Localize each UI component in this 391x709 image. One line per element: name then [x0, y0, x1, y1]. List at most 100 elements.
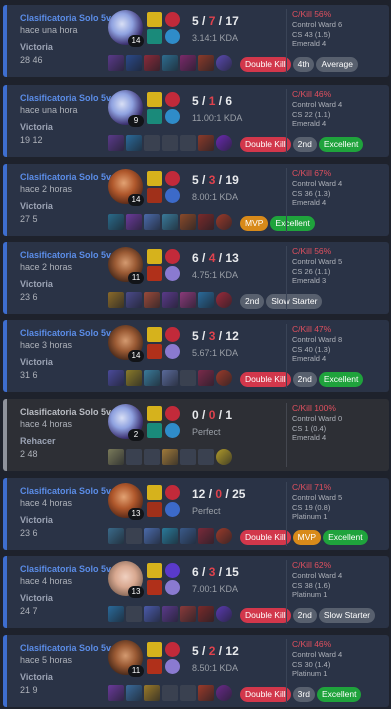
item-icon[interactable]: [198, 449, 214, 465]
item-icon[interactable]: [144, 449, 160, 465]
rune-icon[interactable]: [165, 109, 180, 124]
item-icon[interactable]: [144, 55, 160, 71]
item-icon[interactable]: [180, 135, 196, 151]
item-icon[interactable]: [162, 135, 178, 151]
rune-icon[interactable]: [165, 344, 180, 359]
summoner-spell-icon[interactable]: [147, 485, 162, 500]
item-icon[interactable]: [162, 214, 178, 230]
summoner-spell-icon[interactable]: [147, 659, 162, 674]
item-icon[interactable]: [108, 370, 124, 386]
summoner-spell-icon[interactable]: [147, 563, 162, 578]
item-icon[interactable]: [198, 370, 214, 386]
item-icon[interactable]: [126, 685, 142, 701]
item-icon[interactable]: [126, 528, 142, 544]
item-icon[interactable]: [108, 292, 124, 308]
item-icon[interactable]: [180, 606, 196, 622]
summoner-spell-icon[interactable]: [147, 642, 162, 657]
item-icon[interactable]: [198, 528, 214, 544]
rune-icon[interactable]: [165, 171, 180, 186]
match-card[interactable]: Clasificatoria Solo 5vs5 hace 2 horas Vict…: [3, 164, 389, 236]
summoner-spell-icon[interactable]: [147, 109, 162, 124]
rune-icon[interactable]: [165, 502, 180, 517]
rune-icon[interactable]: [165, 266, 180, 281]
item-icon[interactable]: [198, 685, 214, 701]
summoner-spell-icon[interactable]: [147, 502, 162, 517]
rune-icon[interactable]: [165, 249, 180, 264]
trinket-icon[interactable]: [216, 449, 232, 465]
item-icon[interactable]: [162, 55, 178, 71]
match-card[interactable]: Clasificatoria Solo 5vs5 hace 5 horas Vict…: [3, 635, 389, 707]
trinket-icon[interactable]: [216, 685, 232, 701]
rune-icon[interactable]: [165, 92, 180, 107]
item-icon[interactable]: [108, 449, 124, 465]
item-icon[interactable]: [180, 55, 196, 71]
summoner-spell-icon[interactable]: [147, 266, 162, 281]
match-card[interactable]: Clasificatoria Solo 5vs5 hace 3 horas Vict…: [3, 320, 389, 392]
summoner-spell-icon[interactable]: [147, 580, 162, 595]
match-card[interactable]: Clasificatoria Solo 5vs5 hace una hora Vic…: [3, 5, 389, 77]
item-icon[interactable]: [144, 135, 160, 151]
item-icon[interactable]: [126, 135, 142, 151]
item-icon[interactable]: [144, 685, 160, 701]
item-icon[interactable]: [108, 55, 124, 71]
item-icon[interactable]: [162, 528, 178, 544]
item-icon[interactable]: [126, 292, 142, 308]
trinket-icon[interactable]: [216, 55, 232, 71]
item-icon[interactable]: [144, 528, 160, 544]
summoner-spell-icon[interactable]: [147, 249, 162, 264]
item-icon[interactable]: [108, 606, 124, 622]
item-icon[interactable]: [126, 606, 142, 622]
item-icon[interactable]: [180, 292, 196, 308]
summoner-spell-icon[interactable]: [147, 406, 162, 421]
item-icon[interactable]: [144, 292, 160, 308]
item-icon[interactable]: [144, 370, 160, 386]
item-icon[interactable]: [108, 685, 124, 701]
rune-icon[interactable]: [165, 563, 180, 578]
summoner-spell-icon[interactable]: [147, 423, 162, 438]
item-icon[interactable]: [144, 606, 160, 622]
summoner-spell-icon[interactable]: [147, 171, 162, 186]
item-icon[interactable]: [162, 370, 178, 386]
rune-icon[interactable]: [165, 659, 180, 674]
item-icon[interactable]: [198, 292, 214, 308]
rune-icon[interactable]: [165, 580, 180, 595]
summoner-spell-icon[interactable]: [147, 12, 162, 27]
item-icon[interactable]: [180, 370, 196, 386]
rune-icon[interactable]: [165, 29, 180, 44]
match-card[interactable]: Clasificatoria Solo 5vs5 hace 4 horas Vict…: [3, 556, 389, 628]
summoner-spell-icon[interactable]: [147, 327, 162, 342]
trinket-icon[interactable]: [216, 370, 232, 386]
match-card[interactable]: Clasificatoria Solo 5vs5 hace 4 horas Vict…: [3, 478, 389, 550]
trinket-icon[interactable]: [216, 528, 232, 544]
item-icon[interactable]: [108, 528, 124, 544]
summoner-spell-icon[interactable]: [147, 29, 162, 44]
item-icon[interactable]: [162, 685, 178, 701]
trinket-icon[interactable]: [216, 606, 232, 622]
item-icon[interactable]: [180, 528, 196, 544]
item-icon[interactable]: [162, 449, 178, 465]
rune-icon[interactable]: [165, 188, 180, 203]
item-icon[interactable]: [126, 55, 142, 71]
item-icon[interactable]: [162, 292, 178, 308]
item-icon[interactable]: [180, 685, 196, 701]
rune-icon[interactable]: [165, 642, 180, 657]
rune-icon[interactable]: [165, 423, 180, 438]
trinket-icon[interactable]: [216, 135, 232, 151]
item-icon[interactable]: [198, 214, 214, 230]
item-icon[interactable]: [108, 135, 124, 151]
rune-icon[interactable]: [165, 327, 180, 342]
item-icon[interactable]: [198, 606, 214, 622]
trinket-icon[interactable]: [216, 292, 232, 308]
summoner-spell-icon[interactable]: [147, 92, 162, 107]
item-icon[interactable]: [162, 606, 178, 622]
item-icon[interactable]: [126, 449, 142, 465]
item-icon[interactable]: [180, 214, 196, 230]
summoner-spell-icon[interactable]: [147, 344, 162, 359]
trinket-icon[interactable]: [216, 214, 232, 230]
item-icon[interactable]: [198, 55, 214, 71]
item-icon[interactable]: [198, 135, 214, 151]
item-icon[interactable]: [180, 449, 196, 465]
match-card[interactable]: Clasificatoria Solo 5vs5 hace una hora Vic…: [3, 85, 389, 157]
match-card[interactable]: Clasificatoria Solo 5vs5 hace 2 horas Vict…: [3, 242, 389, 314]
summoner-spell-icon[interactable]: [147, 188, 162, 203]
